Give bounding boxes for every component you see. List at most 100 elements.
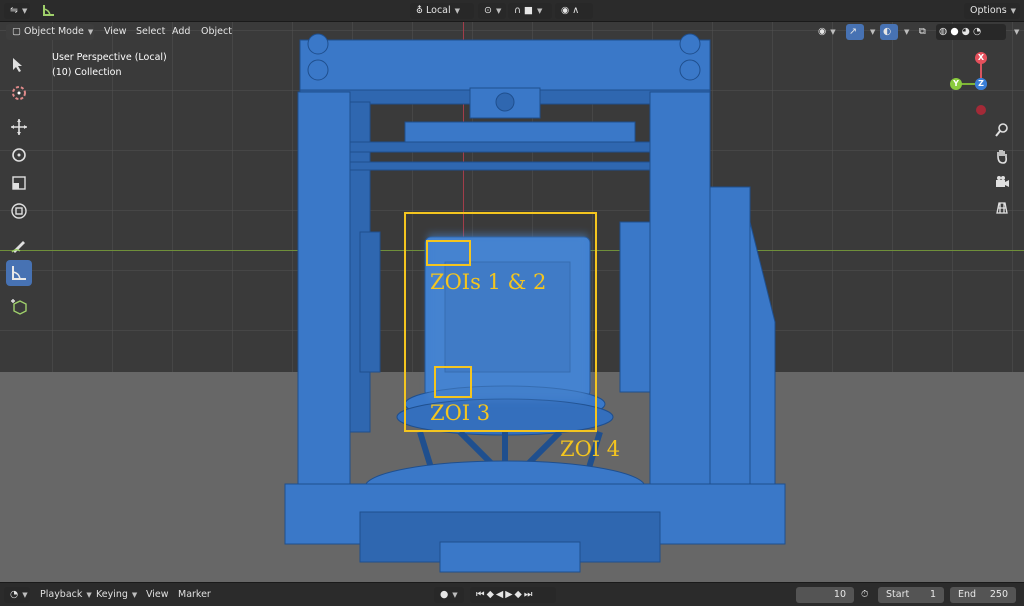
cursor-tool[interactable] (6, 80, 32, 106)
zoi-3-box (434, 366, 472, 398)
scale-tool[interactable] (6, 170, 32, 196)
gizmo-y-button[interactable]: Y (950, 78, 962, 90)
magnet-icon: ∩ (514, 5, 521, 16)
timeline-editor-type[interactable]: ◔ ▼ (4, 587, 30, 603)
preview-range-toggle[interactable]: ⏱ (858, 587, 876, 603)
clock-icon: ◔ (10, 589, 19, 600)
transform-orientation-dropdown[interactable]: ⛢ Local ▼ (410, 3, 474, 19)
rotate-tool[interactable] (6, 142, 32, 168)
move-tool[interactable] (6, 114, 32, 140)
zoi-4-label: ZOI 4 (560, 437, 621, 461)
xray-icon: ⧉ (919, 26, 926, 37)
overlays-dropdown[interactable]: ▼ (898, 24, 912, 40)
overlays-icon: ◐ (883, 26, 892, 37)
active-tool-indicator[interactable] (36, 3, 60, 19)
add-cube-tool[interactable] (6, 294, 32, 320)
hand-icon (997, 150, 1007, 164)
menu-object[interactable]: Object (195, 24, 238, 40)
stopwatch-icon: ⏱ (861, 589, 869, 600)
pivot-point-dropdown[interactable]: ⊙ ▼ (478, 3, 506, 19)
rotate-icon (12, 148, 26, 162)
object-mode-icon: ▢ (12, 26, 21, 37)
top-header: ⇋ ▼ ⛢ Local ▼ ⊙ ▼ ∩ ■ ▼ ◉ ∧ Options ▼ (0, 0, 1024, 22)
visibility-dropdown[interactable]: ◉ ▼ (812, 24, 846, 40)
camera-view-button[interactable] (990, 170, 1014, 194)
zoi-1-2-box (426, 240, 471, 266)
start-label: Start (886, 589, 910, 600)
annotate-tool[interactable] (6, 232, 32, 258)
pivot-icon: ⊙ (484, 5, 492, 16)
keying-label: Keying (96, 589, 128, 600)
orientation-icon: ⛢ (416, 5, 423, 16)
end-label: End (958, 589, 977, 600)
object-mode-label: Object Mode (24, 26, 84, 37)
start-frame-field[interactable]: Start 1 (878, 587, 944, 603)
zoi-1-2-label: ZOIs 1 & 2 (430, 270, 547, 294)
end-frame-field[interactable]: End 250 (950, 587, 1016, 603)
menu-view[interactable]: View (98, 24, 133, 40)
end-value: 250 (989, 589, 1008, 600)
gizmo-icon: ↗ (849, 26, 857, 37)
measure-tool[interactable] (6, 260, 32, 286)
select-box-tool[interactable] (6, 52, 32, 78)
transform-orientation-label: Local (426, 5, 451, 16)
editor-type-icon: ⇋ (10, 5, 18, 16)
proportional-editing-toggle[interactable]: ◉ ∧ (555, 3, 593, 19)
menu-add[interactable]: Add (166, 24, 196, 40)
rendered-shading-icon[interactable]: ◔ (973, 26, 981, 37)
prev-keyframe-icon[interactable]: ◆ (487, 589, 496, 600)
current-frame-field[interactable]: 10 (796, 587, 854, 603)
playback-label: Playback (40, 589, 83, 600)
keyframe-record-button[interactable]: ● ▼ (434, 587, 464, 603)
marker-menu[interactable]: Marker (178, 587, 211, 603)
cursor-icon (13, 58, 22, 72)
keying-menu[interactable]: Keying ▼ (96, 587, 137, 603)
ortho-toggle-button[interactable] (990, 196, 1014, 220)
playback-controls[interactable]: ⏮◆◀▶◆⏭ (470, 587, 556, 603)
solid-shading-icon[interactable]: ● (950, 26, 958, 37)
zoom-button[interactable] (990, 118, 1014, 142)
next-keyframe-icon[interactable]: ◆ (515, 589, 524, 600)
jump-end-icon[interactable]: ⏭ (524, 589, 535, 600)
snap-toggle[interactable]: ∩ ■ ▼ (508, 3, 552, 19)
grid-icon (996, 202, 1008, 214)
snap-target-icon: ■ (524, 5, 533, 16)
start-value: 1 (929, 589, 936, 600)
play-icon[interactable]: ▶ (505, 589, 514, 600)
zoi-3-label: ZOI 3 (430, 401, 491, 425)
magnifier-icon (995, 123, 1008, 137)
shading-modes[interactable]: ◍ ● ◕ ◔ (936, 24, 1006, 40)
object-mode-dropdown[interactable]: ▢ Object Mode ▼ (6, 24, 94, 40)
gizmo-x-button[interactable]: X (975, 52, 987, 64)
play-reverse-icon[interactable]: ◀ (496, 589, 505, 600)
collection-text: (10) Collection (52, 67, 122, 78)
options-label: Options (970, 5, 1007, 16)
options-dropdown[interactable]: Options ▼ (964, 3, 1020, 19)
add-cube-icon (11, 299, 27, 315)
measure-icon (12, 266, 26, 280)
gizmo-z-button[interactable]: Z (975, 78, 987, 90)
timeline-view-menu[interactable]: View (146, 587, 169, 603)
overlays-toggle[interactable]: ◐ (880, 24, 898, 40)
measure-tool-icon (43, 5, 54, 16)
3d-viewport[interactable]: ZOIs 1 & 2 ZOI 3 ZOI 4 ▢ Object Mode ▼ Vi… (0, 22, 1024, 582)
move-icon (11, 119, 27, 135)
record-icon: ● (440, 589, 449, 600)
camera-icon (996, 176, 1009, 187)
jump-start-icon[interactable]: ⏮ (476, 589, 487, 600)
gizmo-dropdown[interactable]: ▼ (864, 24, 878, 40)
transform-tool[interactable] (6, 198, 32, 224)
transform-icon (11, 203, 27, 219)
eye-icon: ◉ (818, 26, 827, 37)
pan-button[interactable] (990, 144, 1014, 168)
view-name-text: User Perspective (Local) (52, 52, 167, 63)
gizmo-toggle[interactable]: ↗ (846, 24, 864, 40)
playback-menu[interactable]: Playback ▼ (40, 587, 92, 603)
wireframe-shading-icon[interactable]: ◍ (939, 26, 947, 37)
xray-toggle[interactable]: ⧉ (916, 24, 934, 40)
shading-dropdown[interactable]: ▼ (1008, 24, 1022, 40)
material-shading-icon[interactable]: ◕ (962, 26, 970, 37)
3d-cursor-icon (12, 86, 26, 100)
proportional-icon: ◉ ∧ (561, 5, 580, 16)
editor-type-button[interactable]: ⇋ ▼ (4, 3, 30, 19)
